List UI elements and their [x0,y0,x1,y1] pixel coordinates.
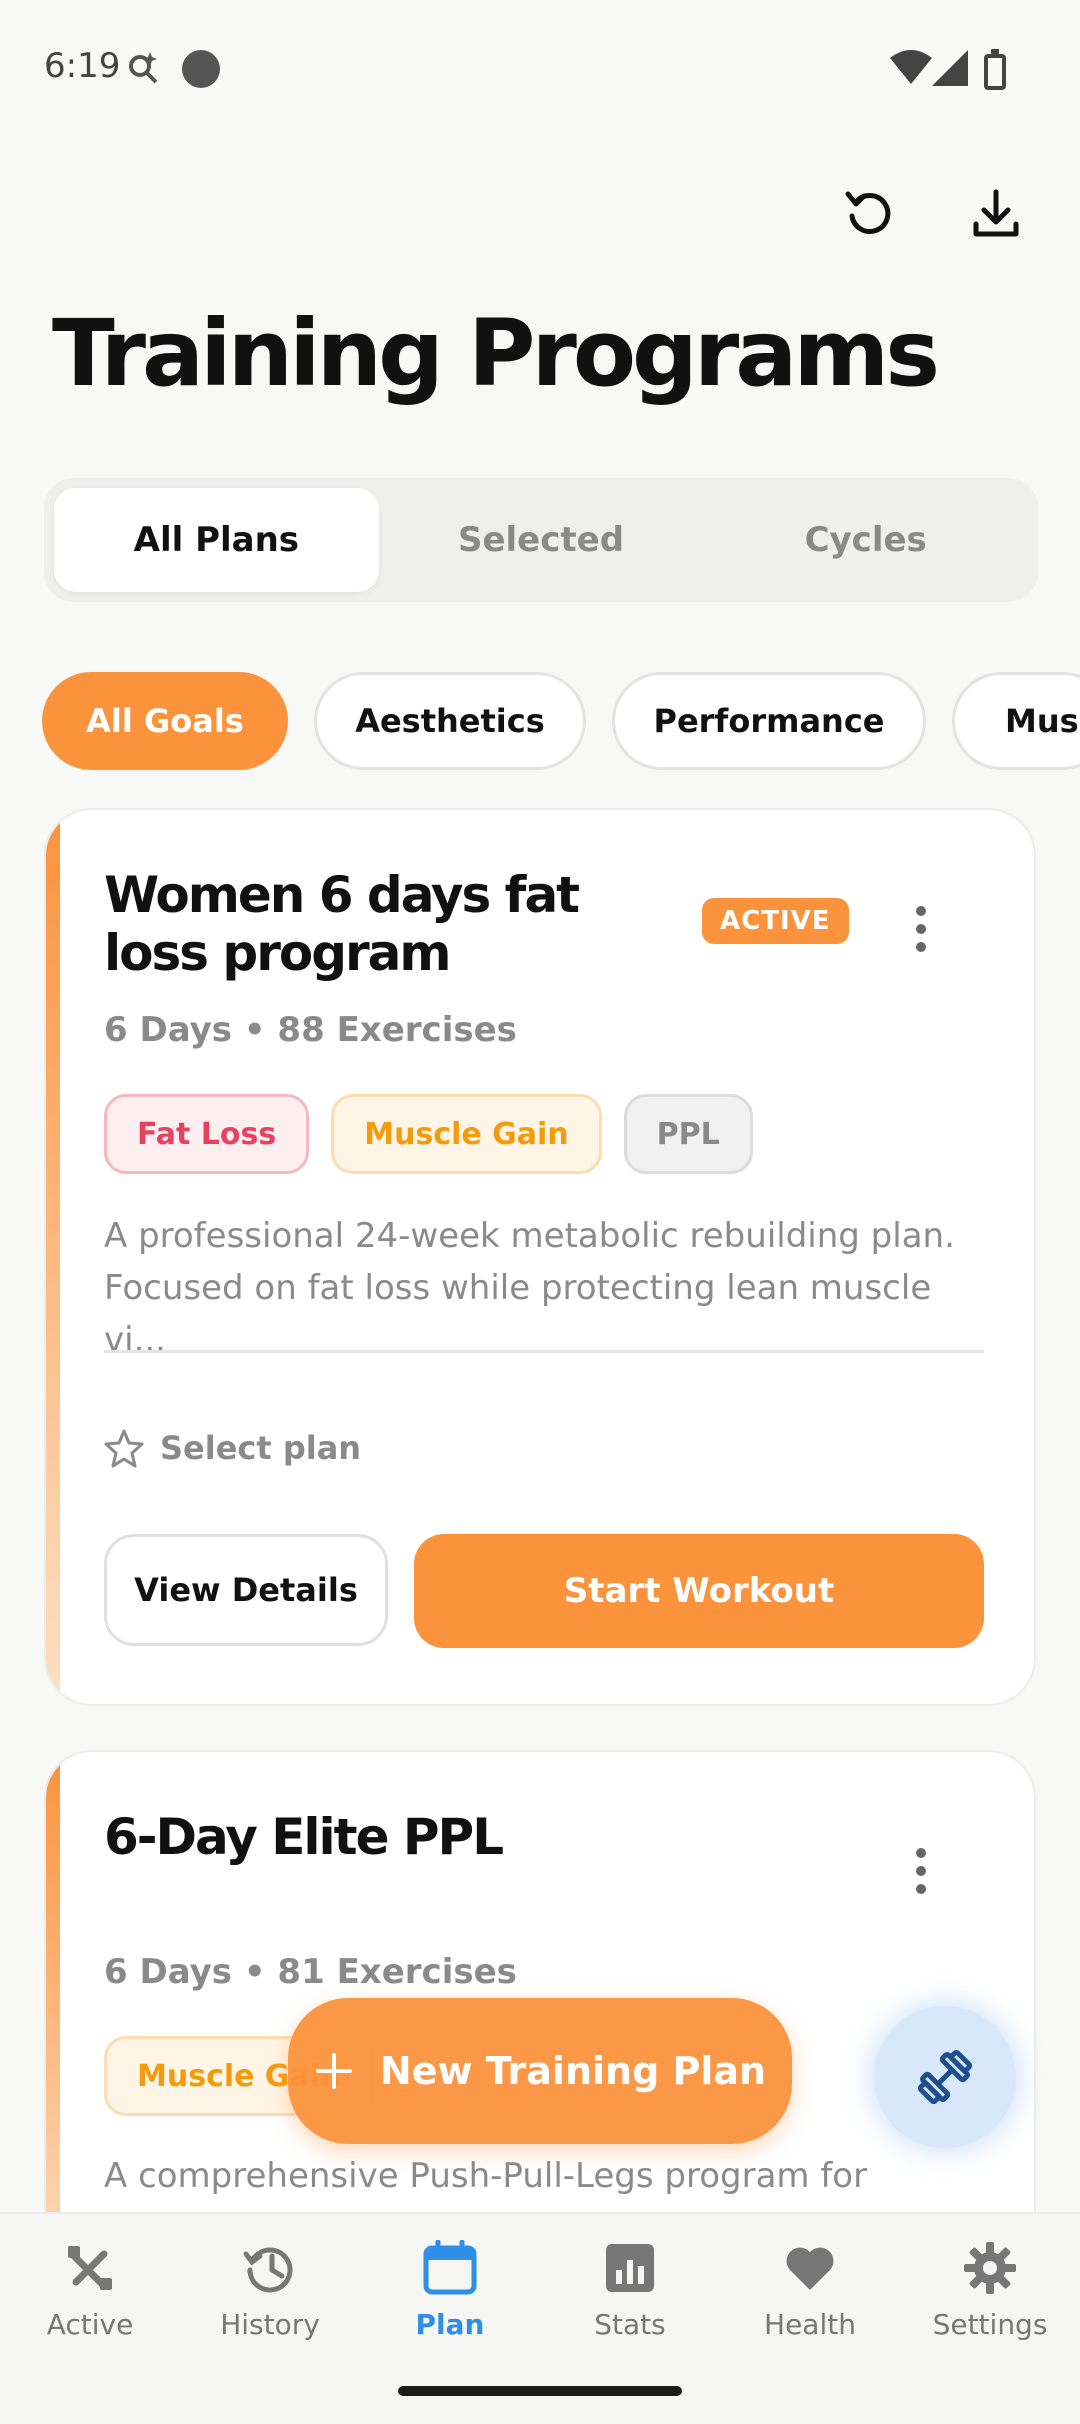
gear-icon [964,2242,1016,2294]
history-icon [243,2247,293,2293]
view-details-button[interactable]: View Details [104,1534,388,1646]
plan-tabs: All Plans Selected Cycles [44,478,1038,602]
download-icon[interactable] [966,184,1026,244]
nav-plan[interactable]: Plan [360,2240,540,2341]
dumbbell-icon [917,2049,973,2105]
cell-signal-icon [932,50,968,90]
more-options-icon[interactable] [916,906,930,952]
nav-health-label: Health [764,2308,856,2341]
wifi-icon [890,50,932,90]
plan-title: 6-Day Elite PPL [104,1808,504,1866]
select-plan-toggle[interactable]: Select plan [104,1428,361,1468]
nav-active[interactable]: Active [0,2240,180,2341]
card-accent [46,810,60,1704]
page-title: Training Programs [52,300,940,407]
nav-history-label: History [220,2308,320,2341]
divider [104,1350,984,1353]
nav-active-label: Active [46,2308,134,2341]
plan-title: Women 6 days fat loss program [104,866,580,982]
plan-card[interactable]: Women 6 days fat loss program ACTIVE 6 D… [44,808,1036,1706]
select-plan-label: Select plan [160,1429,362,1467]
tag-ppl: PPL [623,1094,753,1174]
chip-muscle[interactable]: Muscle [952,672,1080,770]
calendar-icon [423,2240,477,2295]
refresh-icon[interactable] [840,184,900,244]
heart-icon [786,2247,834,2290]
plan-description: A comprehensive Push-Pull-Legs program f… [104,2156,868,2196]
notification-dot-icon [182,50,220,88]
start-workout-button[interactable]: Start Workout [414,1534,984,1648]
plan-description: A professional 24-week metabolic rebuild… [104,1216,955,1360]
plan-meta: 6 Days • 81 Exercises [104,1952,517,1992]
more-options-icon[interactable] [916,1848,930,1894]
nav-plan-label: Plan [415,2308,485,2341]
chip-aesthetics[interactable]: Aesthetics [314,672,586,770]
star-icon [104,1429,144,1468]
active-badge: ACTIVE [702,898,849,944]
tag-fat-loss: Fat Loss [104,1094,310,1174]
nav-settings-label: Settings [932,2308,1048,2341]
nav-stats[interactable]: Stats [540,2240,720,2341]
tools-icon [68,2246,112,2290]
nav-stats-label: Stats [594,2308,666,2341]
battery-icon [984,49,1006,90]
chip-all-goals[interactable]: All Goals [42,672,288,770]
status-time: 6:19 [44,46,121,86]
tab-all-plans[interactable]: All Plans [54,488,379,592]
plan-tags: Fat Loss Muscle Gain PPL [104,1094,753,1174]
tab-selected[interactable]: Selected [379,488,704,592]
dumbbell-button[interactable] [874,2006,1016,2148]
tag-muscle-gain: Muscle Gain [331,1094,602,1174]
plus-icon [315,2053,352,2089]
assistant-icon [126,50,160,84]
nav-history[interactable]: History [180,2240,360,2341]
nav-health[interactable]: Health [720,2240,900,2341]
nav-settings[interactable]: Settings [900,2240,1080,2341]
new-training-plan-label: New Training Plan [379,2049,767,2093]
tab-cycles[interactable]: Cycles [703,488,1028,592]
home-indicator[interactable] [398,2386,682,2396]
chip-performance[interactable]: Performance [612,672,926,770]
stats-icon [606,2244,654,2292]
new-training-plan-button[interactable]: New Training Plan [288,1998,792,2144]
plan-meta: 6 Days • 88 Exercises [104,1010,517,1050]
